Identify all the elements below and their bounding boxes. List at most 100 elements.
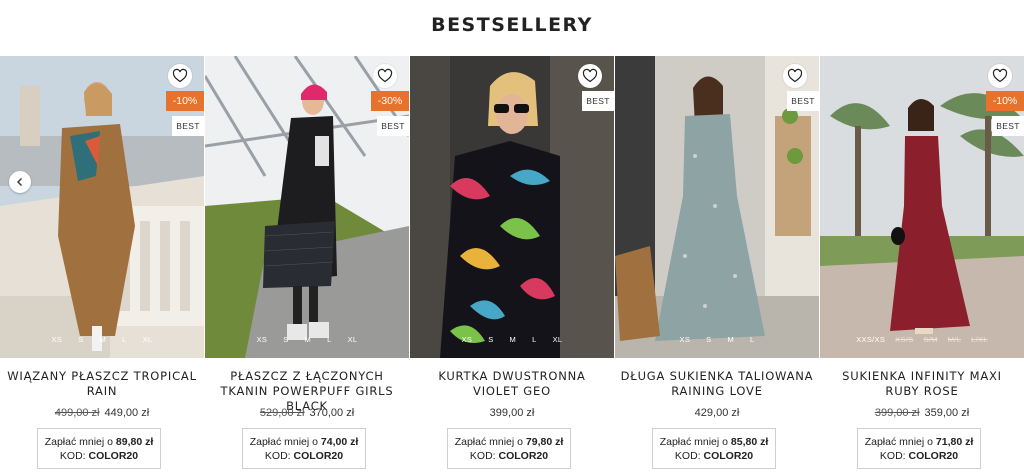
product-card[interactable]: BEST XS S M L DŁUGA SUKIENKA TALIOWANA R… [615, 56, 819, 474]
product-card[interactable]: -30% BEST XS S M L XL PŁASZCZ Z ŁĄCZONYC… [205, 56, 409, 474]
promo-amount: 74,00 zł [320, 436, 359, 448]
promo-box: Zapłać mniej o 85,80 zł KOD: COLOR20 [652, 428, 776, 469]
wishlist-button[interactable] [373, 64, 397, 88]
code-label: KOD: [59, 450, 86, 462]
product-image[interactable]: -30% BEST XS S M L XL [205, 56, 409, 358]
size-option[interactable]: M [100, 335, 107, 344]
best-badge: BEST [992, 116, 1024, 136]
code-label: KOD: [674, 450, 701, 462]
size-option-unavailable: XS/S [895, 335, 914, 344]
size-option[interactable]: S [488, 335, 493, 344]
price-row: 399,00 zł 359,00 zł [820, 407, 1024, 419]
product-image[interactable]: BEST XS S M L XL [410, 56, 614, 358]
size-list: XS S M L XL [205, 335, 409, 344]
size-list: XS S M L XL [0, 335, 204, 344]
discount-badge: -10% [166, 91, 204, 111]
heart-icon [172, 68, 188, 83]
size-option[interactable]: S [78, 335, 83, 344]
size-option[interactable]: S [283, 335, 288, 344]
promo-text: Zapłać mniej o [454, 436, 523, 448]
code-label: KOD: [469, 450, 496, 462]
heart-icon [992, 68, 1008, 83]
size-option[interactable]: M [510, 335, 517, 344]
size-option[interactable]: L [122, 335, 126, 344]
size-option[interactable]: L [750, 335, 754, 344]
size-option[interactable]: XL [143, 335, 153, 344]
size-list: XS S M L XL [410, 335, 614, 344]
promo-code: COLOR20 [88, 450, 139, 462]
size-option-unavailable: S/M [923, 335, 938, 344]
product-card[interactable]: -10% BEST XS S M L XL WIĄZANY PŁASZCZ TR… [0, 56, 204, 474]
size-option[interactable]: XS [52, 335, 63, 344]
size-option[interactable]: XXS/XS [856, 335, 885, 344]
section-title: BESTSELLERY [431, 14, 593, 36]
promo-box: Zapłać mniej o 74,00 zł KOD: COLOR20 [242, 428, 366, 469]
wishlist-button[interactable] [783, 64, 807, 88]
size-option[interactable]: XS [680, 335, 691, 344]
size-option[interactable]: L [532, 335, 536, 344]
promo-text: Zapłać mniej o [44, 436, 113, 448]
product-name[interactable]: SUKIENKA INFINITY MAXI RUBY ROSE [824, 369, 1020, 399]
old-price: 399,00 zł [874, 407, 920, 419]
product-image[interactable]: -10% BEST XXS/XS XS/S S/M M/L L/XL [820, 56, 1024, 358]
promo-code: COLOR20 [908, 450, 959, 462]
price-row: 429,00 zł [615, 407, 819, 419]
price-row: 529,00 zł 370,00 zł [205, 407, 409, 419]
best-badge: BEST [582, 91, 614, 111]
bestsellers-carousel: -10% BEST XS S M L XL WIĄZANY PŁASZCZ TR… [0, 56, 1024, 474]
promo-text: Zapłać mniej o [864, 436, 933, 448]
current-price: 429,00 zł [694, 407, 740, 419]
size-option[interactable]: M [727, 335, 734, 344]
wishlist-button[interactable] [988, 64, 1012, 88]
best-badge: BEST [172, 116, 204, 136]
code-label: KOD: [879, 450, 906, 462]
product-name[interactable]: KURTKA DWUSTRONNA VIOLET GEO [414, 369, 610, 399]
current-price: 399,00 zł [489, 407, 535, 419]
promo-code: COLOR20 [498, 450, 549, 462]
promo-amount: 71,80 zł [935, 436, 974, 448]
wishlist-button[interactable] [168, 64, 192, 88]
promo-code: COLOR20 [703, 450, 754, 462]
product-card[interactable]: BEST XS S M L XL KURTKA DWUSTRONNA VIOLE… [410, 56, 614, 474]
current-price: 359,00 zł [924, 407, 970, 419]
size-option[interactable]: XS [257, 335, 268, 344]
current-price: 370,00 zł [309, 407, 355, 419]
size-list: XS S M L [615, 335, 819, 344]
code-label: KOD: [264, 450, 291, 462]
old-price: 529,00 zł [259, 407, 305, 419]
discount-badge: -30% [371, 91, 409, 111]
size-option[interactable]: XL [348, 335, 358, 344]
product-name[interactable]: WIĄZANY PŁASZCZ TROPICAL RAIN [4, 369, 200, 399]
size-option[interactable]: L [327, 335, 331, 344]
wishlist-button[interactable] [578, 64, 602, 88]
size-option-unavailable: L/XL [971, 335, 988, 344]
product-image[interactable]: -10% BEST XS S M L XL [0, 56, 204, 358]
size-option[interactable]: XL [553, 335, 563, 344]
promo-box: Zapłać mniej o 89,80 zł KOD: COLOR20 [37, 428, 161, 469]
current-price: 449,00 zł [104, 407, 150, 419]
heart-icon [377, 68, 393, 83]
product-name[interactable]: DŁUGA SUKIENKA TALIOWANA RAINING LOVE [619, 369, 815, 399]
size-option-unavailable: M/L [947, 335, 962, 344]
price-row: 399,00 zł [410, 407, 614, 419]
chevron-left-icon [17, 178, 22, 186]
heart-icon [582, 68, 598, 83]
price-row: 499,00 zł 449,00 zł [0, 407, 204, 419]
carousel-prev-button[interactable] [9, 171, 31, 193]
promo-amount: 85,80 zł [730, 436, 769, 448]
promo-text: Zapłać mniej o [249, 436, 318, 448]
product-image[interactable]: BEST XS S M L [615, 56, 819, 358]
promo-box: Zapłać mniej o 71,80 zł KOD: COLOR20 [857, 428, 981, 469]
best-badge: BEST [787, 91, 819, 111]
size-list: XXS/XS XS/S S/M M/L L/XL [820, 335, 1024, 344]
promo-code: COLOR20 [293, 450, 344, 462]
promo-amount: 89,80 zł [115, 436, 154, 448]
size-option[interactable]: S [706, 335, 711, 344]
promo-text: Zapłać mniej o [659, 436, 728, 448]
size-option[interactable]: M [305, 335, 312, 344]
size-option[interactable]: XS [462, 335, 473, 344]
best-badge: BEST [377, 116, 409, 136]
old-price: 499,00 zł [54, 407, 100, 419]
product-card[interactable]: -10% BEST XXS/XS XS/S S/M M/L L/XL SUKIE… [820, 56, 1024, 474]
promo-box: Zapłać mniej o 79,80 zł KOD: COLOR20 [447, 428, 571, 469]
